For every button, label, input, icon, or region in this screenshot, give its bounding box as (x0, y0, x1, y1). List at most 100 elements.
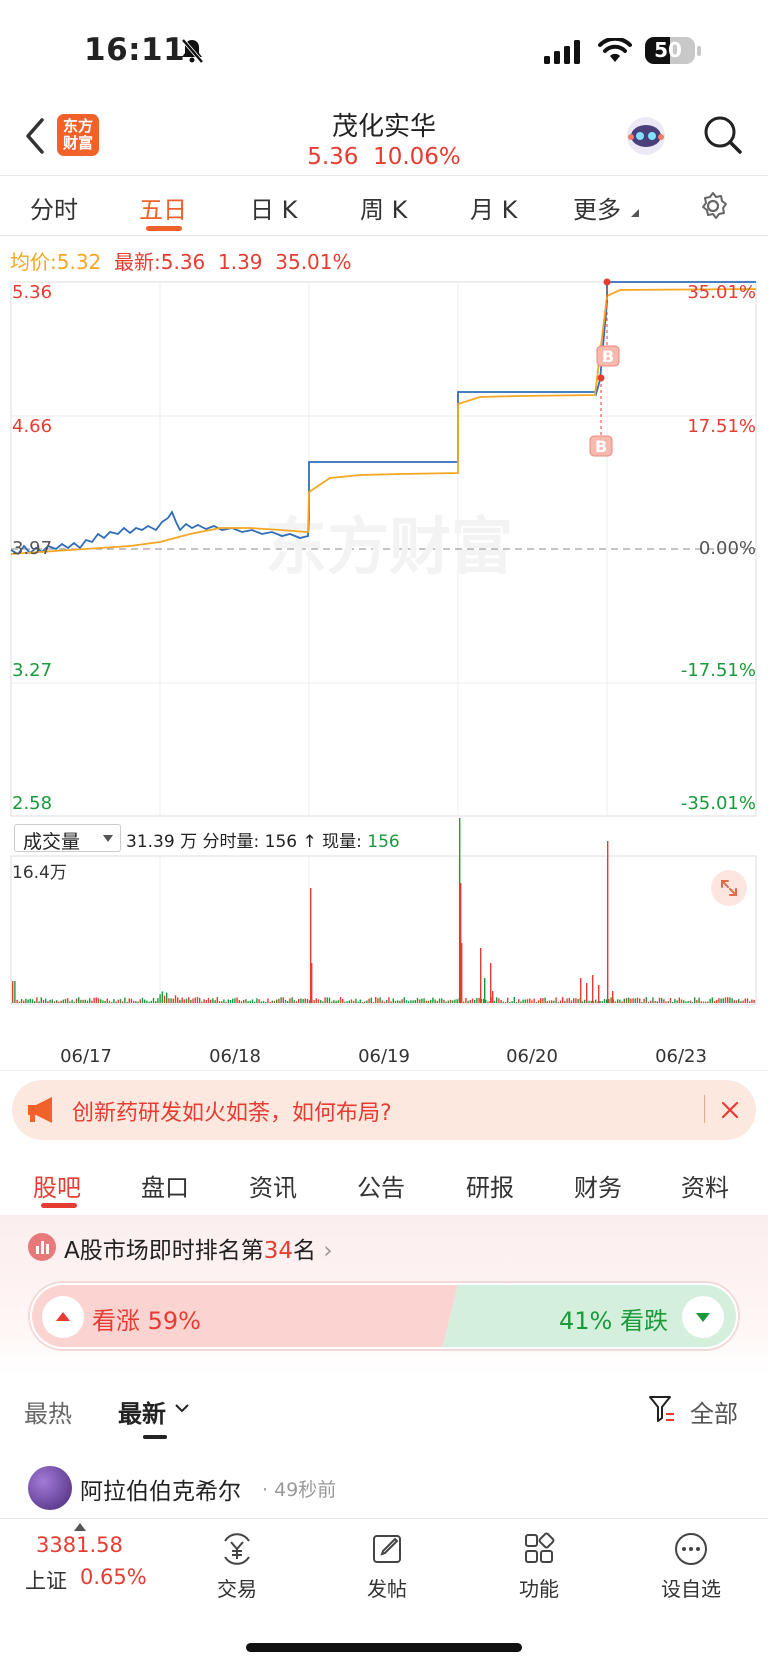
volume-bar (513, 997, 515, 1003)
volume-bar (652, 997, 654, 1003)
volume-bar (64, 998, 67, 1003)
pct-label-mid: 0.00% (698, 538, 756, 559)
volume-bar (221, 1001, 223, 1003)
date-label: 06/17 (60, 1046, 112, 1067)
nav-functions[interactable]: 功能 (494, 1531, 584, 1602)
chevron-down-icon (175, 1404, 189, 1413)
pct-label-lower: -17.51% (680, 660, 756, 681)
fenshi-volume-label: 分时量: (202, 832, 260, 852)
volume-bar (535, 1001, 537, 1003)
volume-bar (25, 998, 27, 1003)
volume-bar (487, 1001, 489, 1003)
volume-bar (661, 997, 663, 1003)
tab-fenshi[interactable]: 分时 (30, 190, 78, 225)
post-username[interactable]: 阿拉伯伯克希尔 (80, 1472, 241, 1506)
filter-icon[interactable] (648, 1394, 676, 1424)
volume-bar (427, 1000, 430, 1003)
index-value[interactable]: 3381.58 (36, 1533, 123, 1557)
volume-bar (243, 999, 245, 1003)
volume-bar (623, 998, 625, 1003)
volume-bar (302, 999, 304, 1003)
nav-post[interactable]: 发帖 (342, 1531, 432, 1602)
volume-bar (82, 999, 84, 1003)
status-bar: 16:11 50 (0, 0, 768, 100)
avg-value: 5.32 (56, 250, 102, 274)
volume-bar (342, 998, 344, 1003)
volume-bar (177, 997, 179, 1003)
volume-bar (335, 1000, 337, 1003)
volume-bar (254, 1001, 256, 1003)
volume-bar (502, 1001, 504, 1003)
tab-news[interactable]: 资讯 (249, 1168, 297, 1203)
nav-trade[interactable]: 交易 (192, 1531, 282, 1602)
tab-finance[interactable]: 财务 (574, 1168, 622, 1203)
volume-bar (419, 999, 421, 1003)
tab-monthly-k[interactable]: 月 K (470, 190, 517, 225)
tab-daily-k[interactable]: 日 K (250, 190, 297, 225)
five-day-chart[interactable]: 东方财富 B B 5.36 4.66 3.97 3.27 2.58 35.01%… (0, 278, 768, 1048)
volume-bar (683, 1000, 685, 1003)
volume-bar (161, 991, 163, 1003)
volume-bar (18, 1001, 20, 1003)
search-icon[interactable] (702, 114, 744, 156)
robot-assistant-icon[interactable] (624, 114, 668, 158)
chevron-down-icon (103, 835, 113, 842)
volume-bar (632, 998, 634, 1003)
volume-bar (269, 1001, 271, 1003)
volume-bar (467, 1000, 469, 1003)
volume-selector[interactable]: 成交量 (14, 824, 121, 853)
volume-bar (394, 1000, 397, 1003)
volume-bar (700, 1001, 702, 1003)
stock-header: 东方 财富 茂化实华 5.36 10.06% (0, 100, 768, 176)
tab-guba[interactable]: 股吧 (33, 1168, 81, 1203)
tab-pankou[interactable]: 盘口 (141, 1168, 189, 1203)
news-banner[interactable]: 创新药研发如火如荼，如何布局? (12, 1080, 756, 1140)
volume-bar (471, 998, 474, 1003)
volume-bar (344, 1001, 346, 1003)
bullish-label[interactable]: 看涨 59% (92, 1301, 201, 1336)
post-item[interactable]: 阿拉伯伯克希尔 · 49秒前 (0, 1458, 768, 1518)
tab-research[interactable]: 研报 (466, 1168, 514, 1203)
volume-bar (731, 998, 733, 1003)
volume-bar (641, 1001, 643, 1003)
volume-bar (174, 995, 177, 1003)
volume-summary: 31.39 万 分时量: 156 ↑ 现量: 156 (126, 832, 400, 852)
settings-gear-icon[interactable] (697, 190, 729, 222)
period-tabs: 分时 五日 日 K 周 K 月 K 更多 (0, 176, 768, 236)
volume-bar (674, 998, 676, 1003)
volume-bar (225, 1001, 227, 1003)
volume-bar (260, 1001, 262, 1003)
bullish-button[interactable] (42, 1296, 84, 1338)
tab-wuri[interactable]: 五日 (139, 190, 187, 225)
volume-bar (480, 948, 482, 1003)
rank-number: 34 (263, 1238, 294, 1264)
volume-bar (542, 998, 544, 1003)
tab-announcements[interactable]: 公告 (357, 1168, 405, 1203)
expand-chart-button[interactable] (711, 870, 747, 906)
avatar[interactable] (28, 1466, 72, 1510)
volume-bar (146, 1000, 148, 1003)
more-dots-icon (675, 1533, 707, 1565)
filter-latest[interactable]: 最新 (118, 1394, 166, 1429)
tab-weekly-k[interactable]: 周 K (360, 190, 407, 225)
volume-bar (58, 1001, 60, 1003)
volume-bar (361, 1001, 364, 1003)
pct-label-top: 35.01% (687, 282, 756, 303)
tab-more[interactable]: 更多 (573, 190, 621, 225)
volume-bar (705, 1001, 707, 1003)
close-icon[interactable] (720, 1100, 740, 1120)
nav-watchlist[interactable]: 设自选 (646, 1531, 736, 1602)
bearish-button[interactable] (682, 1296, 724, 1338)
volume-bar (397, 1000, 399, 1003)
volume-bar (566, 998, 568, 1003)
volume-bar (691, 1001, 694, 1003)
filter-all[interactable]: 全部 (690, 1394, 738, 1429)
volume-bar (185, 998, 188, 1003)
price-label-upper: 4.66 (12, 416, 53, 437)
volume-bar (647, 1001, 650, 1003)
market-rank[interactable]: A股市场即时排名第34名 › (64, 1231, 333, 1265)
volume-bar (232, 998, 234, 1003)
filter-hot[interactable]: 最热 (24, 1394, 72, 1429)
tab-profile[interactable]: 资料 (681, 1168, 729, 1203)
bearish-label[interactable]: 41% 看跌 (559, 1301, 668, 1336)
